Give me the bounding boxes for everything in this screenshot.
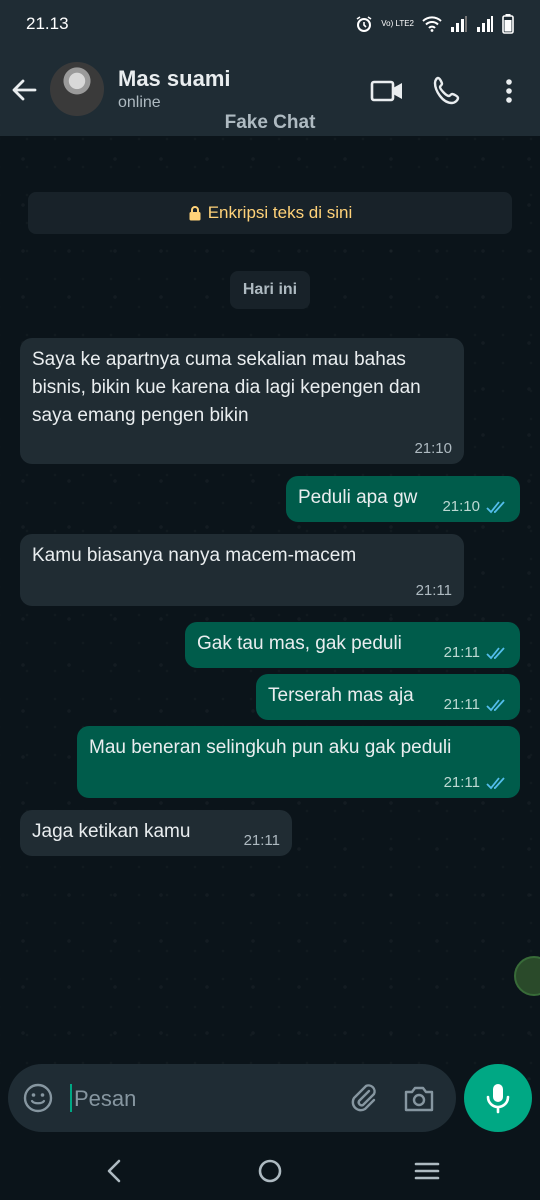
message-incoming[interactable]: Saya ke apartnya cuma sekalian mau bahas… (20, 338, 464, 464)
avatar[interactable] (50, 62, 104, 116)
phone-icon[interactable] (430, 74, 464, 108)
message-time: 21:10 (442, 498, 480, 515)
lock-icon (189, 206, 201, 221)
date-chip: Hari ini (230, 271, 310, 309)
message-outgoing[interactable]: Terserah mas aja 21:11 (256, 674, 520, 720)
message-time: 21:11 (243, 832, 280, 849)
volte-label: Vo) LTE2 (381, 19, 414, 28)
encryption-notice[interactable]: Enkripsi teks di sini (28, 192, 512, 234)
video-call-icon[interactable] (370, 74, 404, 108)
message-time: 21:11 (415, 582, 452, 599)
message-incoming[interactable]: Kamu biasanya nanya macem-macem 21:11 (20, 534, 464, 606)
nav-home-icon[interactable] (255, 1156, 285, 1186)
double-check-icon (486, 501, 505, 514)
nav-back-icon[interactable] (100, 1156, 130, 1186)
double-check-icon (486, 777, 505, 790)
emoji-icon[interactable] (22, 1082, 54, 1114)
chat-header: Mas suami online Fake Chat (0, 48, 540, 136)
chat-area[interactable]: Enkripsi teks di sini Hari ini Saya ke a… (0, 136, 540, 1080)
message-outgoing[interactable]: Peduli apa gw 21:10 (286, 476, 520, 522)
alarm-icon (356, 16, 372, 32)
system-nav-bar (0, 1140, 540, 1200)
status-time: 21.13 (26, 14, 69, 33)
message-outgoing[interactable]: Mau beneran selingkuh pun aku gak peduli… (77, 726, 520, 798)
message-time: 21:11 (443, 696, 480, 713)
contact-status: online (118, 94, 161, 111)
fake-chat-label: Fake Chat (224, 112, 316, 133)
message-time: 21:11 (443, 644, 480, 661)
mic-icon (486, 1084, 510, 1114)
message-input[interactable]: Pesan (74, 1086, 136, 1112)
status-bar: 21.13 Vo) LTE2 (0, 0, 540, 48)
camera-icon[interactable] (402, 1082, 436, 1116)
message-time: 21:10 (414, 440, 452, 457)
double-check-icon (486, 699, 505, 712)
back-arrow-icon[interactable] (8, 74, 40, 106)
message-composer: Pesan (8, 1064, 456, 1132)
message-text: Saya ke apartnya cuma sekalian mau bahas… (32, 349, 421, 426)
status-icons: Vo) LTE2 (355, 14, 514, 34)
text-cursor (70, 1084, 72, 1112)
signal-icon-2 (477, 16, 493, 32)
more-vert-icon[interactable] (492, 74, 526, 108)
encryption-text: Enkripsi teks di sini (207, 203, 353, 222)
signal-icon (451, 16, 467, 32)
contact-name[interactable]: Mas suami (118, 66, 231, 92)
wifi-icon (422, 16, 442, 32)
message-text: Mau beneran selingkuh pun aku gak peduli (89, 737, 452, 758)
nav-menu-icon[interactable] (412, 1156, 442, 1186)
double-check-icon (486, 647, 505, 660)
message-text: Kamu biasanya nanya macem-macem (32, 545, 357, 566)
message-incoming[interactable]: Jaga ketikan kamu 21:11 (20, 810, 292, 856)
message-time: 21:11 (443, 774, 480, 791)
attach-icon[interactable] (348, 1082, 380, 1114)
message-outgoing[interactable]: Gak tau mas, gak peduli 21:11 (185, 622, 520, 668)
mic-button[interactable] (464, 1064, 532, 1132)
battery-icon (502, 14, 514, 34)
